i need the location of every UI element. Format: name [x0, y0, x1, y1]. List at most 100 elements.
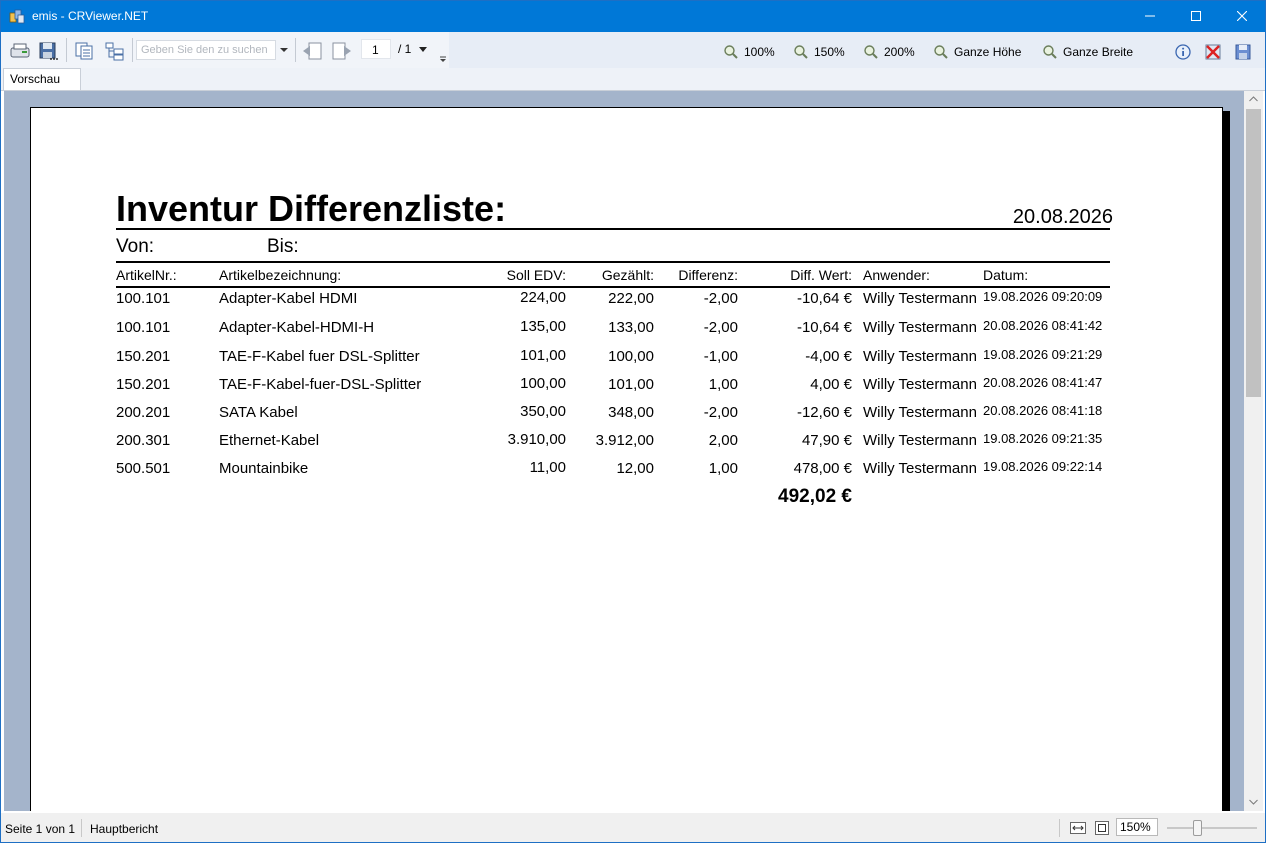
minimize-button[interactable]	[1127, 1, 1173, 32]
close-button[interactable]	[1219, 1, 1265, 32]
cell-soll: 224,00	[520, 289, 566, 306]
zoom-slider-thumb[interactable]	[1193, 820, 1202, 836]
cell-artikelnr: 100.101	[116, 290, 171, 307]
zoom-full-width-button[interactable]: Ganze Breite	[1042, 44, 1133, 60]
cell-differenz: -2,00	[703, 319, 738, 336]
fit-page-icon[interactable]	[1095, 821, 1109, 835]
cell-artikelnr: 200.301	[116, 432, 171, 449]
page-number-input[interactable]: 1	[361, 39, 391, 59]
cell-anwender: Willy Testermann	[863, 376, 977, 393]
cell-datum: 19.08.2026 09:22:14	[983, 459, 1103, 474]
next-page-icon[interactable]	[331, 40, 353, 62]
bis-label: Bis:	[267, 236, 299, 257]
cell-bezeichnung: TAE-F-Kabel-fuer-DSL-Splitter	[219, 376, 422, 393]
cell-diff-wert: 47,90 €	[801, 432, 852, 449]
page-total-label: / 1	[398, 42, 412, 56]
tab-strip: Vorschau	[1, 68, 1265, 91]
cell-differenz: 1,00	[708, 376, 738, 393]
vertical-scrollbar[interactable]	[1244, 91, 1263, 811]
magnifier-icon	[1043, 45, 1057, 59]
cell-gezaehlt: 100,00	[608, 348, 654, 365]
print-icon[interactable]	[9, 40, 31, 62]
close-report-icon[interactable]	[1204, 43, 1222, 61]
cell-bezeichnung: Mountainbike	[219, 460, 309, 477]
report-name: Hauptbericht	[90, 822, 159, 836]
zoom-200-button[interactable]: 200%	[863, 44, 915, 60]
zoom-level-field[interactable]: 150%	[1116, 818, 1158, 836]
search-dropdown-icon[interactable]	[277, 40, 291, 60]
group-tree-icon[interactable]	[104, 40, 126, 62]
cell-artikelnr: 150.201	[116, 348, 171, 365]
cell-anwender: Willy Testermann	[863, 404, 977, 421]
cell-diff-wert: -10,64 €	[796, 319, 852, 336]
toolbar-overflow-icon[interactable]	[438, 54, 448, 64]
cell-datum: 19.08.2026 09:21:35	[983, 431, 1103, 446]
scroll-down-icon[interactable]	[1249, 799, 1258, 805]
zoom-100-button[interactable]: 100%	[723, 44, 775, 60]
copy-icon[interactable]	[73, 40, 95, 62]
zoom-150-label: 150%	[814, 45, 845, 59]
status-separator	[81, 819, 82, 837]
cell-diff-wert: -4,00 €	[805, 348, 852, 365]
cell-anwender: Willy Testermann	[863, 290, 977, 307]
cell-diff-wert: -12,60 €	[796, 404, 852, 421]
status-bar: Seite 1 von 1 Hauptbericht 150%	[1, 813, 1265, 842]
zoom-100-label: 100%	[744, 45, 775, 59]
toolbar-separator	[66, 38, 67, 62]
maximize-button[interactable]	[1173, 1, 1219, 32]
zoom-full-height-button[interactable]: Ganze Höhe	[933, 44, 1021, 60]
zoom-slider-track[interactable]	[1167, 827, 1257, 829]
cell-anwender: Willy Testermann	[863, 348, 977, 365]
scroll-up-icon[interactable]	[1249, 96, 1258, 102]
cell-datum: 20.08.2026 08:41:18	[983, 403, 1103, 418]
app-window: emis - CRViewer.NET Geben Sie den zu suc…	[0, 0, 1266, 843]
cell-bezeichnung: Adapter-Kabel HDMI	[219, 290, 358, 307]
cell-soll: 100,00	[520, 375, 566, 392]
cell-differenz: -2,00	[703, 290, 738, 307]
report-date: 20.08.2026	[1012, 206, 1113, 228]
previous-page-icon[interactable]	[301, 40, 323, 62]
page-info: Seite 1 von 1	[5, 822, 76, 836]
cell-gezaehlt: 133,00	[608, 319, 654, 336]
fit-width-icon[interactable]	[1070, 822, 1086, 834]
report-title: Inventur Differenzliste:	[116, 188, 507, 229]
window-title: emis - CRViewer.NET	[32, 9, 149, 23]
cell-soll: 135,00	[520, 318, 566, 335]
magnifier-icon	[724, 45, 738, 59]
cell-gezaehlt: 222,00	[608, 290, 654, 307]
cell-datum: 19.08.2026 09:21:29	[983, 347, 1103, 362]
zoom-200-label: 200%	[884, 45, 915, 59]
tab-vorschau[interactable]: Vorschau	[3, 68, 81, 90]
save-icon[interactable]	[1234, 43, 1252, 61]
column-header-gezaehlt: Gezählt:	[601, 267, 654, 283]
cell-bezeichnung: TAE-F-Kabel fuer DSL-Splitter	[219, 348, 420, 365]
minimize-icon	[1145, 15, 1155, 17]
von-label: Von:	[116, 236, 155, 257]
search-input[interactable]: Geben Sie den zu suchen	[136, 40, 276, 60]
column-header-anwender: Anwender:	[863, 267, 930, 283]
cell-artikelnr: 100.101	[116, 319, 171, 336]
cell-anwender: Willy Testermann	[863, 432, 977, 449]
cell-soll: 3.910,00	[507, 431, 566, 448]
cell-gezaehlt: 348,00	[608, 404, 654, 421]
magnifier-icon	[934, 45, 948, 59]
report-total: 492,02 €	[778, 486, 852, 507]
column-header-soll: Soll EDV:	[506, 267, 566, 283]
scrollbar-thumb[interactable]	[1246, 109, 1261, 397]
cell-soll: 350,00	[520, 403, 566, 420]
title-bar: emis - CRViewer.NET	[1, 1, 1265, 32]
export-icon[interactable]	[37, 40, 59, 62]
toolbar-separator	[132, 38, 133, 62]
toolbar: Geben Sie den zu suchen 1 / 1 100% 150% …	[1, 32, 1265, 68]
zoom-150-button[interactable]: 150%	[793, 44, 845, 60]
cell-anwender: Willy Testermann	[863, 319, 977, 336]
header-bottom-line	[116, 286, 1110, 288]
column-header-bezeichnung: Artikelbezeichnung:	[219, 267, 342, 283]
status-separator	[1059, 819, 1060, 837]
page-dropdown-icon[interactable]	[417, 44, 429, 54]
column-header-datum: Datum:	[983, 267, 1029, 283]
info-icon[interactable]	[1175, 44, 1191, 60]
zoom-full-height-label: Ganze Höhe	[954, 45, 1022, 59]
cell-datum: 19.08.2026 09:20:09	[983, 289, 1103, 304]
cell-anwender: Willy Testermann	[863, 460, 977, 477]
